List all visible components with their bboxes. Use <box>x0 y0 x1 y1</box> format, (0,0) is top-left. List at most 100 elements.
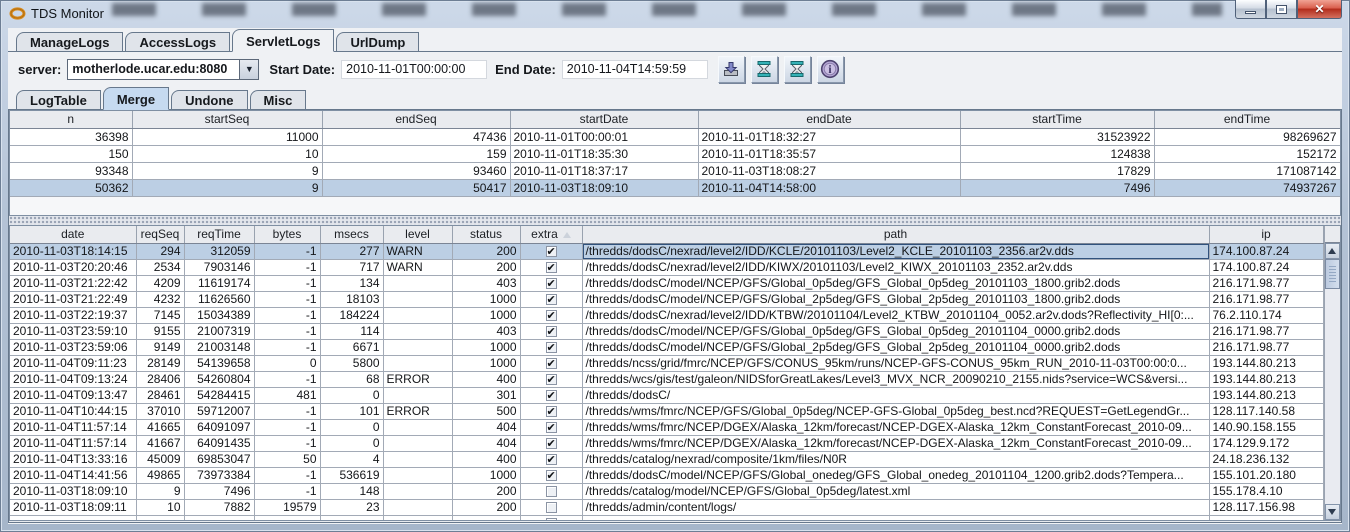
table-row[interactable]: 2010-11-04T09:11:23281495413965805800100… <box>10 355 1323 371</box>
table-cell <box>136 515 184 521</box>
table-row[interactable]: 2010-11-03T21:22:42420911619174-1134403/… <box>10 275 1323 291</box>
table-cell: 11000 <box>132 128 322 145</box>
hourglass-button-2[interactable] <box>784 56 811 83</box>
vertical-scrollbar[interactable] <box>1324 226 1341 520</box>
table-cell: 9 <box>132 162 322 179</box>
tab-servletlogs[interactable]: ServletLogs <box>232 29 334 52</box>
extra-checkbox[interactable] <box>546 502 557 513</box>
start-date-field[interactable]: 2010-11-01T00:00:00 <box>341 60 487 79</box>
table-row[interactable]: 2010-11-04T13:33:164500969853047504400/t… <box>10 451 1323 467</box>
maximize-button[interactable] <box>1266 0 1297 19</box>
chevron-down-icon[interactable]: ▼ <box>239 60 258 79</box>
table-row[interactable]: 503629504172010-11-03T18:09:102010-11-04… <box>10 179 1340 196</box>
extra-checkbox[interactable] <box>546 358 557 369</box>
column-header-startTime[interactable]: startTime <box>960 111 1154 128</box>
table-cell: 9 <box>132 179 322 196</box>
table-row[interactable]: 2010-11-04T11:57:144166764091435-10404/t… <box>10 435 1323 451</box>
extra-checkbox[interactable] <box>546 310 557 321</box>
extra-checkbox[interactable] <box>546 518 557 521</box>
extra-checkbox[interactable] <box>546 486 557 497</box>
table-row[interactable]: 2010-11-04T09:13:4728461542844154810301/… <box>10 387 1323 403</box>
extra-checkbox[interactable] <box>546 422 557 433</box>
tab-misc[interactable]: Misc <box>250 90 307 110</box>
titlebar[interactable]: TDS Monitor ✕ <box>0 0 1350 28</box>
table-row[interactable] <box>10 515 1323 521</box>
extra-checkbox[interactable] <box>546 470 557 481</box>
column-header-startSeq[interactable]: startSeq <box>132 111 322 128</box>
table-row[interactable]: 2010-11-03T22:19:37714515034389-11842241… <box>10 307 1323 323</box>
table-row[interactable]: 2010-11-03T23:59:10915521007319-1114403/… <box>10 323 1323 339</box>
table-cell: 73973384 <box>184 467 254 483</box>
table-row[interactable]: 2010-11-04T11:57:144166564091097-10404/t… <box>10 419 1323 435</box>
table-row[interactable]: 2010-11-04T09:13:242840654260804-168ERRO… <box>10 371 1323 387</box>
extra-checkbox[interactable] <box>546 390 557 401</box>
column-header-endTime[interactable]: endTime <box>1154 111 1340 128</box>
table-row[interactable]: 2010-11-03T18:09:1097496-1148200/thredds… <box>10 483 1323 499</box>
table-cell <box>520 435 582 451</box>
table-row[interactable]: 2010-11-03T20:20:4625347903146-1717WARN2… <box>10 259 1323 275</box>
table-cell: 150 <box>10 145 132 162</box>
table-row[interactable]: 2010-11-04T10:44:153701059712007-1101ERR… <box>10 403 1323 419</box>
extra-checkbox[interactable] <box>546 294 557 305</box>
table-cell: 50 <box>254 451 320 467</box>
hourglass-button-1[interactable] <box>751 56 778 83</box>
extra-checkbox[interactable] <box>546 374 557 385</box>
column-header-startDate[interactable]: startDate <box>510 111 698 128</box>
extra-checkbox[interactable] <box>546 326 557 337</box>
scroll-up-button[interactable] <box>1325 243 1341 259</box>
scrollbar-track[interactable] <box>1325 289 1341 504</box>
table-cell: 59712007 <box>184 403 254 419</box>
table-cell: 2010-11-04T09:13:47 <box>10 387 136 403</box>
table-row[interactable]: 3639811000474362010-11-01T00:00:012010-1… <box>10 128 1340 145</box>
tab-undone[interactable]: Undone <box>171 90 247 110</box>
info-button[interactable]: i <box>817 56 844 83</box>
extra-checkbox[interactable] <box>546 262 557 273</box>
column-header-date[interactable]: date <box>10 226 136 243</box>
table-cell: -1 <box>254 403 320 419</box>
table-cell: 41665 <box>136 419 184 435</box>
column-header-bytes[interactable]: bytes <box>254 226 320 243</box>
table-row[interactable]: 2010-11-03T21:22:49423211626560-11810310… <box>10 291 1323 307</box>
table-row[interactable]: 150101592010-11-01T18:35:302010-11-01T18… <box>10 145 1340 162</box>
column-header-msecs[interactable]: msecs <box>320 226 383 243</box>
table-cell: 24.18.236.132 <box>1209 451 1323 467</box>
column-header-path[interactable]: path <box>582 226 1209 243</box>
scroll-down-button[interactable] <box>1325 504 1341 520</box>
column-header-ip[interactable]: ip <box>1209 226 1323 243</box>
close-button[interactable]: ✕ <box>1297 0 1342 19</box>
table-cell: -1 <box>254 339 320 355</box>
extra-checkbox[interactable] <box>546 278 557 289</box>
table-row[interactable]: 2010-11-03T18:14:15294312059-1277WARN200… <box>10 243 1323 259</box>
table-cell: 1000 <box>452 339 520 355</box>
column-header-reqSeq[interactable]: reqSeq <box>136 226 184 243</box>
tab-merge[interactable]: Merge <box>103 87 169 110</box>
extra-checkbox[interactable] <box>546 246 557 257</box>
column-header-extra[interactable]: extra <box>520 226 582 243</box>
column-header-endDate[interactable]: endDate <box>698 111 960 128</box>
tab-managelogs[interactable]: ManageLogs <box>16 32 123 52</box>
table-row[interactable]: 933489934602010-11-01T18:37:172010-11-03… <box>10 162 1340 179</box>
extra-checkbox[interactable] <box>546 342 557 353</box>
end-date-field[interactable]: 2010-11-04T14:59:59 <box>562 60 708 79</box>
tab-logtable[interactable]: LogTable <box>16 90 101 110</box>
save-button[interactable] <box>718 56 745 83</box>
scrollbar-thumb[interactable] <box>1325 259 1341 289</box>
column-header-endSeq[interactable]: endSeq <box>322 111 510 128</box>
split-divider[interactable] <box>9 216 1341 225</box>
tab-accesslogs[interactable]: AccessLogs <box>125 32 230 52</box>
extra-checkbox[interactable] <box>546 438 557 449</box>
server-combobox[interactable]: motherlode.ucar.edu:8080 ▼ <box>67 59 259 80</box>
table-row[interactable]: 2010-11-03T18:09:111078821957923200/thre… <box>10 499 1323 515</box>
table-cell: -1 <box>254 307 320 323</box>
column-header-level[interactable]: level <box>383 226 452 243</box>
column-header-reqTime[interactable]: reqTime <box>184 226 254 243</box>
extra-checkbox[interactable] <box>546 454 557 465</box>
minimize-button[interactable] <box>1235 0 1266 19</box>
column-header-n[interactable]: n <box>10 111 132 128</box>
table-row[interactable]: 2010-11-03T23:59:06914921003148-16671100… <box>10 339 1323 355</box>
extra-checkbox[interactable] <box>546 406 557 417</box>
table-row[interactable]: 2010-11-04T14:41:564986573973384-1536619… <box>10 467 1323 483</box>
table-cell <box>520 483 582 499</box>
tab-urldump[interactable]: UrlDump <box>336 32 419 52</box>
column-header-status[interactable]: status <box>452 226 520 243</box>
